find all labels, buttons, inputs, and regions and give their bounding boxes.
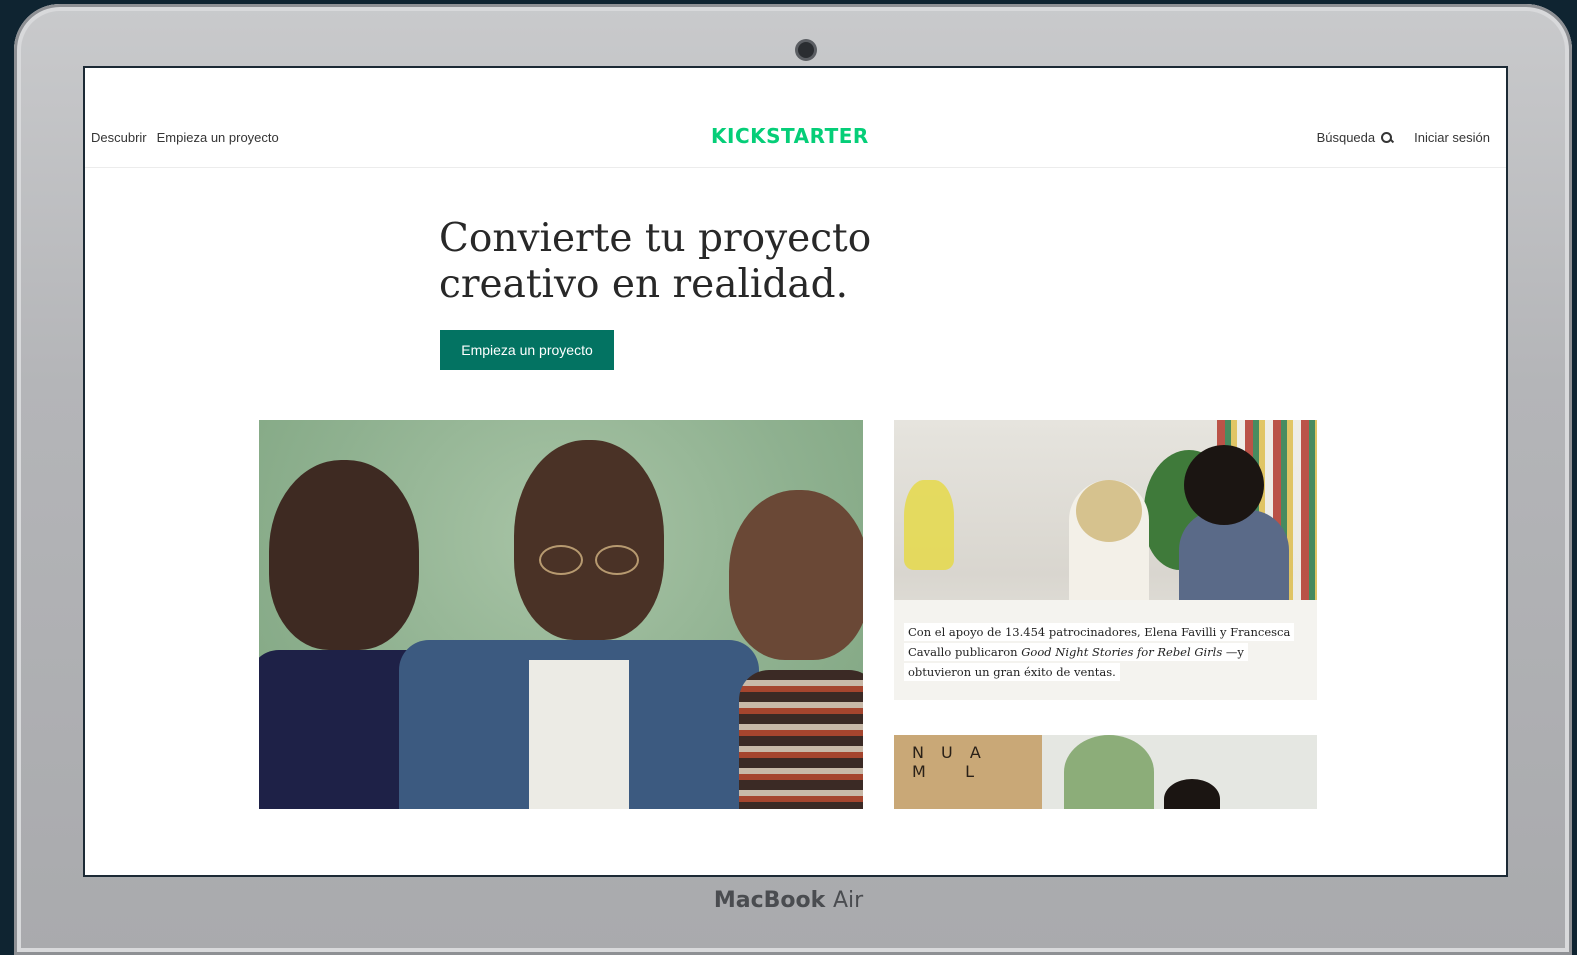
brand-light: Air bbox=[832, 888, 864, 913]
manual-sign-graphic: N U AM L bbox=[912, 743, 987, 781]
tshirt-center bbox=[529, 660, 629, 809]
hero-title-line-1: Convierte tu proyecto bbox=[439, 216, 872, 261]
woman-right-hair bbox=[1184, 445, 1264, 525]
person-right bbox=[729, 490, 863, 660]
person-head bbox=[1164, 779, 1220, 809]
nav-discover-link[interactable]: Descubrir bbox=[91, 130, 147, 145]
hero-title: Convierte tu proyecto creativo en realid… bbox=[439, 216, 959, 308]
nav-start-project-link[interactable]: Empieza un proyecto bbox=[157, 130, 279, 145]
top-navigation: Descubrir Empieza un proyecto KICKSTARTE… bbox=[85, 68, 1506, 168]
story-image-rebel-girls[interactable]: Con el apoyo de 13.454 patrocinadores, E… bbox=[894, 420, 1317, 700]
story-image-second[interactable]: N U AM L bbox=[894, 735, 1317, 809]
nav-left: Descubrir Empieza un proyecto bbox=[91, 130, 279, 145]
featured-project-image[interactable] bbox=[259, 420, 863, 809]
start-project-button[interactable]: Empieza un proyecto bbox=[440, 330, 614, 370]
striped-shirt-right bbox=[739, 670, 863, 809]
brand-bold: MacBook bbox=[713, 888, 826, 913]
glasses-icon bbox=[539, 545, 639, 575]
device-brand-label: MacBook Air bbox=[0, 888, 1577, 913]
person-center bbox=[514, 440, 664, 640]
tulips bbox=[904, 480, 954, 570]
kickstarter-logo[interactable]: KICKSTARTER bbox=[711, 124, 869, 148]
camera-icon bbox=[798, 42, 814, 58]
person-left bbox=[269, 460, 419, 650]
login-link[interactable]: Iniciar sesión bbox=[1414, 130, 1490, 145]
woman-left-hair bbox=[1076, 480, 1142, 542]
search-label: Búsqueda bbox=[1316, 130, 1376, 145]
browser-screen: Descubrir Empieza un proyecto KICKSTARTE… bbox=[83, 66, 1508, 877]
nav-right: Búsqueda Iniciar sesión bbox=[1317, 130, 1490, 145]
hero-title-line-2: creativo en realidad. bbox=[439, 262, 848, 307]
plant-leaves bbox=[1064, 735, 1154, 809]
story-caption: Con el apoyo de 13.454 patrocinadores, E… bbox=[904, 622, 1304, 682]
search-icon bbox=[1381, 132, 1393, 143]
search-button[interactable]: Búsqueda bbox=[1317, 130, 1393, 145]
caption-book-title: Good Night Stories for Rebel Girls bbox=[1021, 645, 1223, 659]
